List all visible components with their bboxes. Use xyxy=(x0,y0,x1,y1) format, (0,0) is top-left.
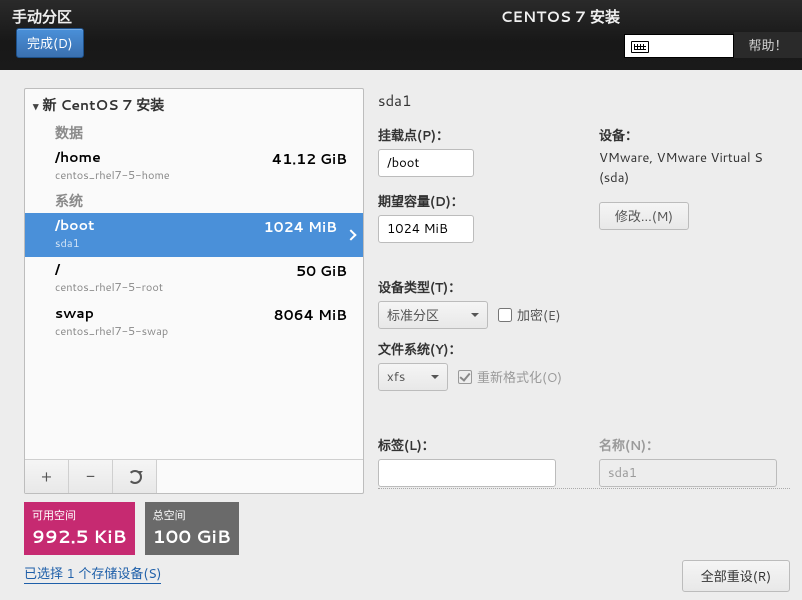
keyboard-indicator[interactable]: cn xyxy=(624,34,734,58)
available-space-card: 可用空间 992.5 KiB xyxy=(24,502,135,555)
done-button[interactable]: 完成(D) xyxy=(16,28,84,58)
filesystem-label: 文件系统(Y)： xyxy=(378,339,790,359)
encrypt-checkbox[interactable]: 加密(E) xyxy=(498,305,561,325)
reformat-checkbox: 重新格式化(O) xyxy=(458,367,562,387)
partition-row-boot[interactable]: /boot sda1 1024 MiB xyxy=(25,213,363,257)
partition-size: 50 GiB xyxy=(296,261,347,281)
filesystem-select[interactable]: xfs xyxy=(378,363,448,391)
capacity-input[interactable] xyxy=(378,215,474,243)
filesystem-value: xfs xyxy=(387,368,405,386)
remove-partition-button[interactable]: − xyxy=(69,460,113,493)
available-space-value: 992.5 KiB xyxy=(32,523,127,549)
keyboard-layout-text: cn xyxy=(659,37,675,55)
total-space-label: 总空间 xyxy=(153,507,231,523)
keyboard-icon xyxy=(631,41,649,53)
partition-size: 1024 MiB xyxy=(264,217,337,237)
partition-device: centos_rhel7-5-home xyxy=(55,167,353,183)
partition-size: 41.12 GiB xyxy=(272,149,347,169)
partition-toolbar: + − xyxy=(25,459,363,493)
add-partition-button[interactable]: + xyxy=(25,460,69,493)
partition-list-panel: 新 CentOS 7 安装 数据 /home centos_rhel7-5-ho… xyxy=(24,88,364,584)
partition-row-home[interactable]: /home centos_rhel7-5-home 41.12 GiB xyxy=(25,145,363,189)
partition-size: 8064 MiB xyxy=(274,305,347,325)
partition-device: centos_rhel7-5-root xyxy=(55,279,353,295)
install-expand-header[interactable]: 新 CentOS 7 安装 xyxy=(25,89,363,121)
volume-label-input[interactable] xyxy=(378,459,556,487)
reset-all-button[interactable]: 全部重设(R) xyxy=(682,560,790,592)
volume-label-label: 标签(L)： xyxy=(378,435,569,455)
reload-partition-button[interactable] xyxy=(113,460,157,493)
device-type-label: 设备类型(T)： xyxy=(378,277,790,297)
total-space-value: 100 GiB xyxy=(153,523,231,549)
horizontal-divider xyxy=(378,488,790,489)
partition-row-root[interactable]: / centos_rhel7-5-root 50 GiB xyxy=(25,257,363,301)
reload-icon xyxy=(128,470,142,484)
modify-devices-button[interactable]: 修改...(M) xyxy=(599,202,689,230)
details-title: sda1 xyxy=(378,90,790,111)
chevron-down-icon xyxy=(471,313,479,321)
device-type-value: 标准分区 xyxy=(387,305,439,325)
partition-device: sda1 xyxy=(55,235,343,251)
installer-title: CENTOS 7 安装 xyxy=(501,6,621,27)
storage-selected-link[interactable]: 已选择 1 个存储设备(S) xyxy=(24,563,161,584)
page-title: 手动分区 xyxy=(12,6,72,27)
group-data-label: 数据 xyxy=(25,121,363,145)
chevron-down-icon xyxy=(431,375,439,383)
mount-point-input[interactable] xyxy=(378,149,474,177)
name-input xyxy=(599,459,777,487)
partition-device: centos_rhel7-5-swap xyxy=(55,323,353,339)
devices-label: 设备： xyxy=(599,125,790,145)
device-type-select[interactable]: 标准分区 xyxy=(378,301,488,329)
partition-details-panel: sda1 挂载点(P)： 期望容量(D)： 设备： VMware, VMware… xyxy=(378,90,790,487)
mount-point-label: 挂载点(P)： xyxy=(378,125,569,145)
top-header: 手动分区 完成(D) CENTOS 7 安装 cn 帮助！ xyxy=(0,0,802,70)
available-space-label: 可用空间 xyxy=(32,507,127,523)
devices-value: VMware, VMware Virtual S (sda) xyxy=(599,149,790,188)
partition-row-swap[interactable]: swap centos_rhel7-5-swap 8064 MiB xyxy=(25,301,363,345)
total-space-card: 总空间 100 GiB xyxy=(145,502,239,555)
group-system-label: 系统 xyxy=(25,189,363,213)
name-label: 名称(N)： xyxy=(599,435,790,455)
capacity-label: 期望容量(D)： xyxy=(378,191,569,211)
checkbox-checked-icon xyxy=(458,370,472,384)
help-button[interactable]: 帮助！ xyxy=(734,32,802,58)
